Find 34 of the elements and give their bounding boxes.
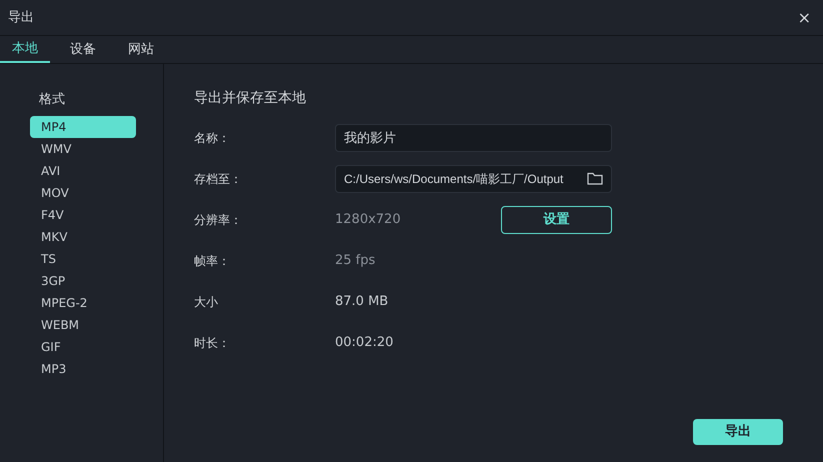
format-item[interactable]: TS	[30, 248, 136, 270]
settings-button[interactable]: 设置	[501, 206, 612, 234]
format-item[interactable]: MP3	[30, 358, 136, 380]
tab[interactable]: 网站	[116, 36, 166, 63]
info-value: 00:02:20	[335, 334, 394, 352]
format-item[interactable]: WEBM	[30, 314, 136, 336]
info-value: 87.0 MB	[335, 292, 388, 311]
format-item[interactable]: AVI	[30, 160, 136, 182]
window-title: 导出	[8, 8, 34, 27]
field-label: 时长：	[194, 334, 231, 352]
save-path-field[interactable]: C:/Users/ws/Documents/喵影工厂/Output	[335, 164, 612, 192]
resolution-value: 1280x720	[335, 210, 401, 229]
format-item[interactable]: GIF	[30, 336, 136, 358]
format-item[interactable]: MPEG-2	[30, 292, 136, 314]
format-item[interactable]: MKV	[30, 226, 136, 248]
field-label: 名称：	[194, 130, 231, 146]
info-value: 25 fps	[335, 252, 376, 270]
field-label: 分辨率：	[194, 212, 243, 228]
format-item[interactable]: 3GP	[30, 270, 136, 292]
format-item[interactable]: F4V	[30, 204, 136, 226]
format-item[interactable]: MP4	[30, 116, 136, 138]
format-heading: 格式	[38, 91, 66, 109]
export-button[interactable]: 导出	[693, 419, 783, 445]
field-label: 大小	[194, 294, 219, 310]
field-label: 帧率：	[194, 252, 231, 270]
section-heading: 导出并保存至本地	[194, 89, 307, 108]
tab[interactable]: 本地	[0, 36, 50, 63]
close-button[interactable]: ×	[794, 6, 815, 30]
field-label: 存档至：	[194, 170, 243, 188]
name-field[interactable]: 我的影片	[335, 124, 612, 152]
folder-icon[interactable]	[587, 172, 603, 185]
tab[interactable]: 设备	[58, 36, 108, 63]
format-item[interactable]: MOV	[30, 182, 136, 204]
format-item[interactable]: WMV	[30, 138, 136, 160]
